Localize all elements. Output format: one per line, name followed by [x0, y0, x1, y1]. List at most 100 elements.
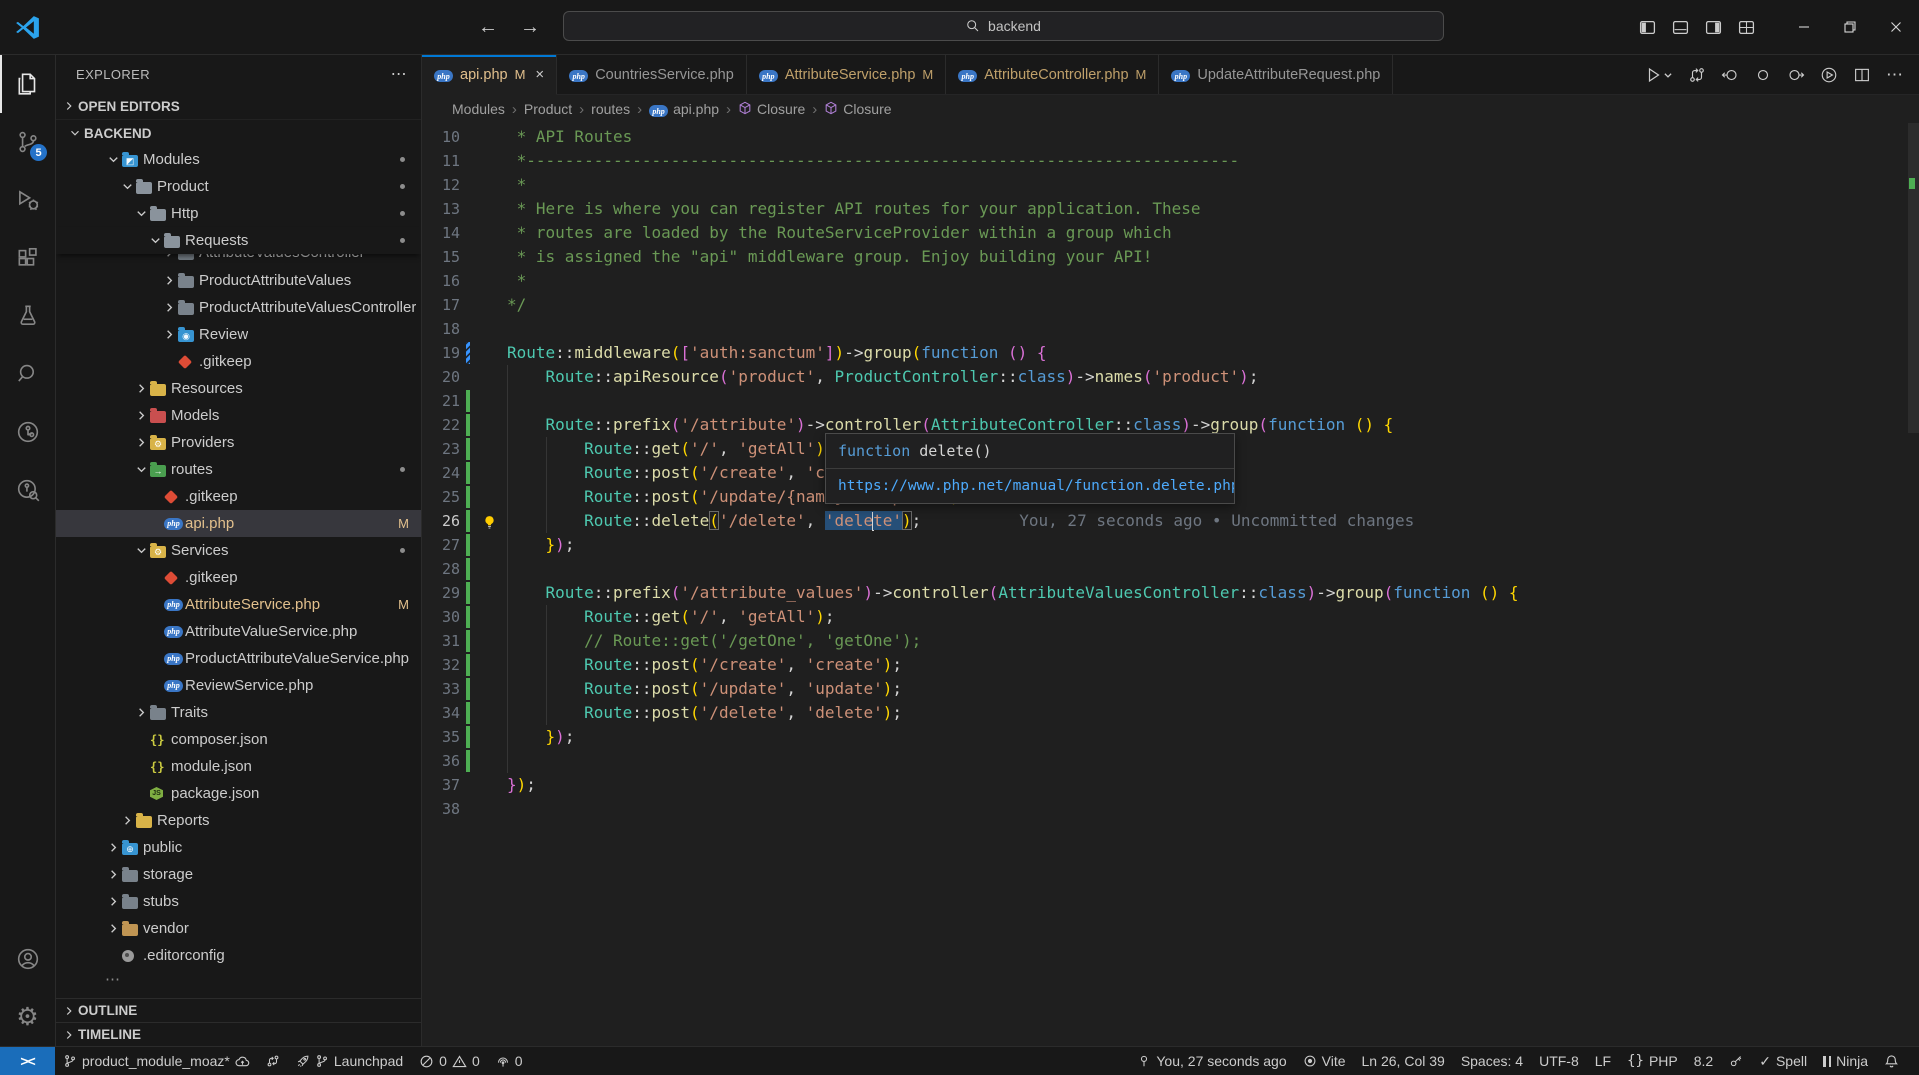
code-line-29[interactable]: 29 Route::prefix('/attribute_values')->c…: [422, 581, 1919, 605]
tree-row[interactable]: .gitkeep: [56, 348, 421, 375]
tree-row[interactable]: .editorconfig: [56, 942, 421, 969]
code-line-32[interactable]: 32 Route::post('/create', 'create');: [422, 653, 1919, 677]
tree-row[interactable]: ProductAttributeValuesController: [56, 294, 421, 321]
chevron-right-icon[interactable]: [161, 273, 178, 288]
encoding-item[interactable]: UTF-8: [1531, 1047, 1587, 1075]
tree-row[interactable]: phpapi.phpM: [56, 510, 421, 537]
breadcrumb-item[interactable]: routes: [591, 101, 630, 117]
php-version-item[interactable]: 8.2: [1686, 1047, 1721, 1075]
tab-attributeservice-php[interactable]: phpAttributeService.phpM: [747, 55, 946, 94]
tree-row[interactable]: Http: [56, 200, 421, 227]
launchpad-item[interactable]: Launchpad: [288, 1047, 411, 1075]
chevron-down-icon[interactable]: [133, 462, 150, 477]
toggle-secondary-sidebar-icon[interactable]: [1705, 19, 1722, 36]
tree-row[interactable]: phpReviewService.php: [56, 672, 421, 699]
more-actions-icon[interactable]: ⋯: [1886, 66, 1903, 83]
code-line-31[interactable]: 31 // Route::get('/getOne', 'getOne');: [422, 629, 1919, 653]
tree-row[interactable]: storage: [56, 861, 421, 888]
workspace-root-section[interactable]: BACKEND: [56, 119, 421, 146]
nav-forward-arrow-icon[interactable]: →: [520, 16, 540, 39]
task-item[interactable]: Vite: [1295, 1047, 1354, 1075]
tree-row[interactable]: ⊕public: [56, 834, 421, 861]
chevron-right-icon[interactable]: [161, 327, 178, 342]
tree-row[interactable]: Requests: [56, 227, 421, 254]
tree-row[interactable]: ⚙Providers: [56, 429, 421, 456]
toggle-primary-sidebar-icon[interactable]: [1639, 19, 1656, 36]
ports-item[interactable]: 0: [488, 1047, 531, 1075]
chevron-right-icon[interactable]: [161, 254, 178, 260]
code-line-37[interactable]: 37});: [422, 773, 1919, 797]
editor-scrollbar[interactable]: [1908, 123, 1919, 433]
tab-api-php[interactable]: phpapi.phpM×: [422, 55, 557, 95]
source-control-icon[interactable]: 5: [0, 113, 55, 171]
code-editor[interactable]: 10 * API Routes11 *---------------------…: [422, 123, 1919, 1046]
code-line-33[interactable]: 33 Route::post('/update', 'update');: [422, 677, 1919, 701]
tree-row[interactable]: Models: [56, 402, 421, 429]
code-line-30[interactable]: 30 Route::get('/', 'getAll');: [422, 605, 1919, 629]
chevron-right-icon[interactable]: [133, 435, 150, 450]
chevron-right-icon[interactable]: [105, 867, 122, 882]
indentation-item[interactable]: Spaces: 4: [1453, 1047, 1531, 1075]
code-line-36[interactable]: 36: [422, 749, 1919, 773]
breadcrumb-item[interactable]: Modules: [452, 101, 505, 117]
breadcrumb-item[interactable]: Closure: [738, 101, 805, 118]
chevron-right-icon[interactable]: [133, 408, 150, 423]
chevron-down-icon[interactable]: [147, 233, 164, 248]
tree-row[interactable]: {}module.json: [56, 753, 421, 780]
minimize-button[interactable]: [1781, 0, 1827, 54]
close-tab-icon[interactable]: ×: [535, 66, 544, 83]
split-editor-icon[interactable]: [1853, 66, 1871, 84]
next-change-icon[interactable]: [1787, 66, 1805, 84]
problems-item[interactable]: 00: [411, 1047, 488, 1075]
tree-row[interactable]: vendor: [56, 915, 421, 942]
code-line-16[interactable]: 16 *: [422, 269, 1919, 293]
explorer-icon[interactable]: [0, 55, 55, 113]
timeline-section[interactable]: TIMELINE: [56, 1022, 421, 1046]
run-button[interactable]: [1645, 66, 1673, 84]
tree-row[interactable]: Traits: [56, 699, 421, 726]
code-line-34[interactable]: 34 Route::post('/delete', 'delete');: [422, 701, 1919, 725]
code-line-17[interactable]: 17*/: [422, 293, 1919, 317]
ninja-item[interactable]: Ninja: [1815, 1047, 1876, 1075]
tree-row[interactable]: JSpackage.json: [56, 780, 421, 807]
restore-button[interactable]: [1827, 0, 1873, 54]
outline-section[interactable]: OUTLINE: [56, 998, 421, 1022]
command-center-search[interactable]: backend: [563, 11, 1444, 41]
code-line-26[interactable]: 26 Route::delete('/delete', 'delete');Yo…: [422, 509, 1919, 533]
search-icon[interactable]: [0, 345, 55, 403]
chevron-down-icon[interactable]: [133, 206, 150, 221]
tree-row[interactable]: .gitkeep: [56, 483, 421, 510]
tree-row[interactable]: ⚙Services: [56, 537, 421, 564]
tree-row[interactable]: Product: [56, 173, 421, 200]
tree-row[interactable]: →routes: [56, 456, 421, 483]
tree-row[interactable]: ◩Modules: [56, 146, 421, 173]
breadcrumb-item[interactable]: Closure: [824, 101, 891, 118]
run-debug-icon[interactable]: [0, 171, 55, 229]
breadcrumb-item[interactable]: phpapi.php: [649, 101, 719, 118]
cursor-position-item[interactable]: Ln 26, Col 39: [1354, 1047, 1453, 1075]
tree-row[interactable]: phpAttributeValueService.php: [56, 618, 421, 645]
tree-row[interactable]: stubs: [56, 888, 421, 915]
tree-row[interactable]: .gitkeep: [56, 564, 421, 591]
tab-updateattributerequest-php[interactable]: phpUpdateAttributeRequest.php: [1159, 55, 1393, 94]
tree-row[interactable]: AttributeValuesController: [56, 254, 421, 267]
tree-row[interactable]: phpProductAttributeValueService.php: [56, 645, 421, 672]
settings-gear-icon[interactable]: ⚙: [0, 988, 55, 1046]
license-key-item[interactable]: [1721, 1047, 1751, 1075]
tree-row[interactable]: Resources: [56, 375, 421, 402]
tooltip-doc-link[interactable]: https://www.php.net/manual/function.dele…: [826, 469, 1234, 503]
toggle-panel-icon[interactable]: [1672, 19, 1689, 36]
language-mode-item[interactable]: {}PHP: [1619, 1047, 1686, 1075]
tree-row[interactable]: phpAttributeService.phpM: [56, 591, 421, 618]
gitlens-search-commits-icon[interactable]: [0, 461, 55, 519]
compare-changes-item[interactable]: [258, 1047, 288, 1075]
spell-item[interactable]: ✓Spell: [1751, 1047, 1815, 1075]
close-button[interactable]: [1873, 0, 1919, 54]
run-in-circle-icon[interactable]: [1820, 66, 1838, 84]
tab-attributecontroller-php[interactable]: phpAttributeController.phpM: [946, 55, 1159, 94]
tree-row[interactable]: Reports: [56, 807, 421, 834]
nav-back-arrow-icon[interactable]: ←: [478, 16, 498, 39]
code-line-13[interactable]: 13 * Here is where you can register API …: [422, 197, 1919, 221]
code-line-11[interactable]: 11 *------------------------------------…: [422, 149, 1919, 173]
chevron-right-icon[interactable]: [105, 894, 122, 909]
